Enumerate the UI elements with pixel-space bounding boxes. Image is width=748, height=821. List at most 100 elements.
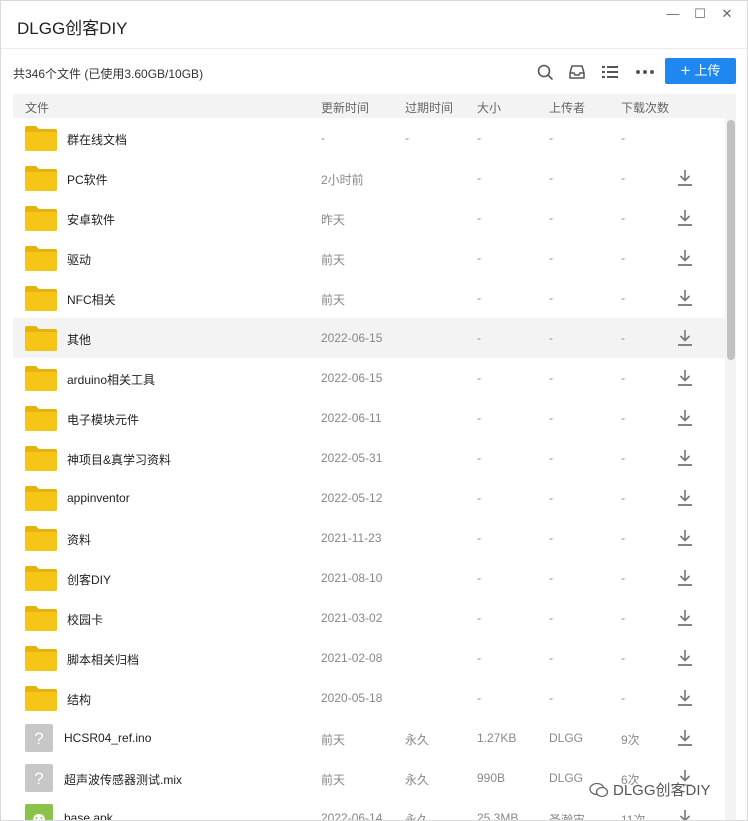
col-updated-header[interactable]: 更新时间 xyxy=(321,99,369,116)
updated-time: 前天 xyxy=(321,293,346,307)
download-icon[interactable] xyxy=(677,209,693,227)
group-files-window: DLGG创客DIY — ☐ ✕ 共346个文件 (已使用3.60GB/10GB)… xyxy=(0,0,748,821)
download-icon[interactable] xyxy=(677,409,693,427)
unknown-file-icon: ? xyxy=(25,724,53,755)
folder-row[interactable]: 其他 2022-06-15 - - - xyxy=(13,318,725,358)
uploader-name: - xyxy=(549,531,553,545)
updated-time: 2021-11-23 xyxy=(321,531,382,545)
scrollbar-thumb[interactable] xyxy=(727,120,735,360)
folder-row[interactable]: 资料 2021-11-23 - - - xyxy=(13,518,725,558)
file-name: 电子模块元件 xyxy=(67,413,140,427)
file-name: appinventor xyxy=(67,491,130,505)
watermark-text: DLGG创客DIY xyxy=(613,782,711,799)
updated-time: 前天 xyxy=(321,253,346,267)
uploader-name: - xyxy=(549,371,553,385)
file-size: - xyxy=(477,651,481,665)
expiry-time: 永久 xyxy=(405,813,430,821)
updated-time: 2021-03-02 xyxy=(321,611,383,625)
download-icon[interactable] xyxy=(677,609,693,627)
col-expires-header[interactable]: 过期时间 xyxy=(405,99,453,116)
search-icon[interactable] xyxy=(536,63,554,81)
updated-time: 2021-02-08 xyxy=(321,651,383,665)
file-name: 校园卡 xyxy=(67,613,104,627)
updated-time: 2022-06-14 xyxy=(321,811,383,821)
inbox-icon[interactable] xyxy=(568,63,586,81)
folder-row[interactable]: NFC相关 前天 - - - xyxy=(13,278,725,318)
file-name: 超声波传感器测试.mix xyxy=(64,773,182,787)
folder-row[interactable]: 结构 2020-05-18 - - - xyxy=(13,678,725,718)
close-button[interactable]: ✕ xyxy=(717,5,737,23)
maximize-button[interactable]: ☐ xyxy=(690,5,710,23)
file-name: 创客DIY xyxy=(67,573,112,587)
download-icon[interactable] xyxy=(677,169,693,187)
folder-row[interactable]: 脚本相关归档 2021-02-08 - - - xyxy=(13,638,725,678)
file-size: - xyxy=(477,211,481,225)
folder-icon xyxy=(25,165,57,194)
folder-icon xyxy=(25,205,57,234)
download-count: - xyxy=(621,491,625,505)
uploader-name: DLGG xyxy=(549,731,584,745)
download-count: - xyxy=(621,531,625,545)
col-downloads-header[interactable]: 下载次数 xyxy=(621,99,669,116)
col-name-header[interactable]: 文件 xyxy=(25,99,49,116)
download-count: - xyxy=(621,211,625,225)
download-icon[interactable] xyxy=(677,289,693,307)
folder-row[interactable]: PC软件 2小时前 - - - xyxy=(13,158,725,198)
file-size: - xyxy=(477,371,481,385)
file-size: - xyxy=(477,251,481,265)
folder-icon xyxy=(25,685,57,714)
download-icon[interactable] xyxy=(677,729,693,747)
folder-row[interactable]: arduino相关工具 2022-06-15 - - - xyxy=(13,358,725,398)
updated-time: 2022-05-31 xyxy=(321,451,383,465)
download-count: - xyxy=(621,251,625,265)
updated-time: 前天 xyxy=(321,733,346,747)
download-count: - xyxy=(621,691,625,705)
folder-row[interactable]: 安卓软件 昨天 - - - xyxy=(13,198,725,238)
upload-button[interactable]: + 上传 xyxy=(665,58,736,84)
uploader-name: 圣瀚宙 xyxy=(549,813,586,821)
scrollbar[interactable] xyxy=(725,118,736,820)
download-icon[interactable] xyxy=(677,649,693,667)
file-size: 990B xyxy=(477,771,506,785)
download-icon[interactable] xyxy=(677,449,693,467)
uploader-name: - xyxy=(549,331,553,345)
file-size: - xyxy=(477,331,481,345)
file-size: - xyxy=(477,171,481,185)
download-icon[interactable] xyxy=(677,529,693,547)
minimize-button[interactable]: — xyxy=(663,5,683,23)
download-icon[interactable] xyxy=(677,689,693,707)
more-icon[interactable] xyxy=(635,63,654,81)
updated-time: 2022-06-11 xyxy=(321,411,382,425)
window-title: DLGG创客DIY xyxy=(17,19,128,38)
folder-row[interactable]: 创客DIY 2021-08-10 - - - xyxy=(13,558,725,598)
list-view-icon[interactable] xyxy=(601,63,619,81)
updated-time: 2022-05-12 xyxy=(321,491,383,505)
folder-row[interactable]: 电子模块元件 2022-06-11 - - - xyxy=(13,398,725,438)
file-size: - xyxy=(477,131,481,145)
folder-row[interactable]: 神项目&真学习资料 2022-05-31 - - - xyxy=(13,438,725,478)
folder-row[interactable]: appinventor 2022-05-12 - - - xyxy=(13,478,725,518)
folder-icon xyxy=(25,245,57,274)
upload-label: 上传 xyxy=(694,63,721,78)
uploader-name: - xyxy=(549,411,553,425)
download-icon[interactable] xyxy=(677,569,693,587)
file-size: 1.27KB xyxy=(477,731,517,745)
file-name: PC软件 xyxy=(67,173,108,187)
updated-time: 2022-06-15 xyxy=(321,331,383,345)
download-count: - xyxy=(621,411,625,425)
download-icon[interactable] xyxy=(677,329,693,347)
col-size-header[interactable]: 大小 xyxy=(477,99,501,116)
folder-row[interactable]: 校园卡 2021-03-02 - - - xyxy=(13,598,725,638)
col-uploader-header[interactable]: 上传者 xyxy=(549,99,585,116)
folder-row[interactable]: 驱动 前天 - - - xyxy=(13,238,725,278)
folder-row[interactable]: 群在线文档 - - - - - xyxy=(13,118,725,158)
download-icon[interactable] xyxy=(677,369,693,387)
folder-icon xyxy=(25,125,57,154)
download-icon[interactable] xyxy=(677,249,693,267)
file-row[interactable]: ? HCSR04_ref.ino 前天 永久 1.27KB DLGG 9次 xyxy=(13,718,725,758)
file-size: - xyxy=(477,291,481,305)
download-icon[interactable] xyxy=(677,489,693,507)
android-apk-icon xyxy=(25,804,53,820)
download-icon[interactable] xyxy=(677,809,693,820)
file-name: 资料 xyxy=(67,533,92,547)
